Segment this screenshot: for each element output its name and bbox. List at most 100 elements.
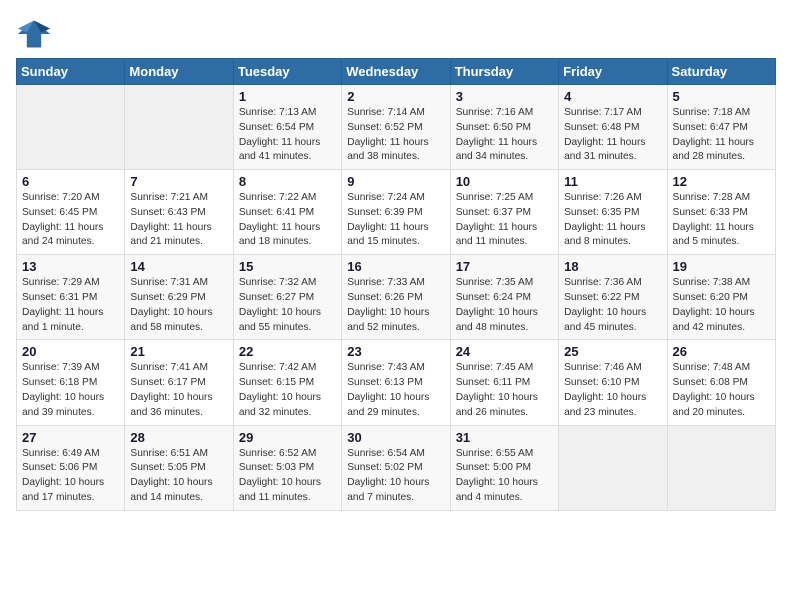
cell-info: Sunrise: 6:55 AM Sunset: 5:00 PM Dayligh… <box>456 447 553 506</box>
calendar-cell: 20 Sunrise: 7:39 AM Sunset: 6:18 PM Dayli… <box>17 340 125 425</box>
day-number: 7 <box>130 174 227 189</box>
cell-info: Sunrise: 7:25 AM Sunset: 6:37 PM Dayligh… <box>456 191 553 250</box>
day-header-thursday: Thursday <box>450 59 558 85</box>
cell-info: Sunrise: 7:13 AM Sunset: 6:54 PM Dayligh… <box>239 106 336 165</box>
cell-info: Sunrise: 7:48 AM Sunset: 6:08 PM Dayligh… <box>673 361 770 420</box>
day-number: 3 <box>456 89 553 104</box>
calendar-cell: 2Sunrise: 7:14 AM Sunset: 6:52 PM Daylig… <box>342 85 450 170</box>
day-header-friday: Friday <box>559 59 667 85</box>
day-header-tuesday: Tuesday <box>233 59 341 85</box>
calendar-cell: 17 Sunrise: 7:35 AM Sunset: 6:24 PM Dayli… <box>450 255 558 340</box>
day-number: 18 <box>564 259 661 274</box>
calendar-cell: 28Sunrise: 6:51 AM Sunset: 5:05 PM Dayli… <box>125 425 233 510</box>
cell-info: Sunrise: 7:18 AM Sunset: 6:47 PM Dayligh… <box>673 106 770 165</box>
cell-info: Sunrise: 6:51 AM Sunset: 5:05 PM Dayligh… <box>130 447 227 506</box>
day-number: 17 <box>456 259 553 274</box>
cell-info: Sunrise: 7:42 AM Sunset: 6:15 PM Dayligh… <box>239 361 336 420</box>
calendar-week-row: 20 Sunrise: 7:39 AM Sunset: 6:18 PM Dayli… <box>17 340 776 425</box>
cell-info: Sunrise: 6:52 AM Sunset: 5:03 PM Dayligh… <box>239 447 336 506</box>
cell-info: Sunrise: 7:35 AM Sunset: 6:24 PM Dayligh… <box>456 276 553 335</box>
day-header-monday: Monday <box>125 59 233 85</box>
cell-info: Sunrise: 7:14 AM Sunset: 6:52 PM Dayligh… <box>347 106 444 165</box>
cell-info: Sunrise: 6:49 AM Sunset: 5:06 PM Dayligh… <box>22 447 119 506</box>
calendar-header-row: SundayMondayTuesdayWednesdayThursdayFrid… <box>17 59 776 85</box>
calendar-cell: 25 Sunrise: 7:46 AM Sunset: 6:10 PM Dayli… <box>559 340 667 425</box>
day-number: 5 <box>673 89 770 104</box>
calendar-week-row: 27 Sunrise: 6:49 AM Sunset: 5:06 PM Dayli… <box>17 425 776 510</box>
calendar-week-row: 6Sunrise: 7:20 AM Sunset: 6:45 PM Daylig… <box>17 170 776 255</box>
day-number: 9 <box>347 174 444 189</box>
day-header-sunday: Sunday <box>17 59 125 85</box>
day-number: 10 <box>456 174 553 189</box>
cell-info: Sunrise: 6:54 AM Sunset: 5:02 PM Dayligh… <box>347 447 444 506</box>
calendar-cell: 15Sunrise: 7:32 AM Sunset: 6:27 PM Dayli… <box>233 255 341 340</box>
calendar-cell: 31 Sunrise: 6:55 AM Sunset: 5:00 PM Dayli… <box>450 425 558 510</box>
calendar-table: SundayMondayTuesdayWednesdayThursdayFrid… <box>16 58 776 511</box>
day-number: 22 <box>239 344 336 359</box>
calendar-week-row: 13 Sunrise: 7:29 AM Sunset: 6:31 PM Dayli… <box>17 255 776 340</box>
logo-icon <box>16 16 52 52</box>
day-number: 30 <box>347 430 444 445</box>
day-number: 24 <box>456 344 553 359</box>
day-number: 31 <box>456 430 553 445</box>
calendar-cell: 13 Sunrise: 7:29 AM Sunset: 6:31 PM Dayli… <box>17 255 125 340</box>
calendar-cell: 18 Sunrise: 7:36 AM Sunset: 6:22 PM Dayli… <box>559 255 667 340</box>
calendar-cell: 23 Sunrise: 7:43 AM Sunset: 6:13 PM Dayli… <box>342 340 450 425</box>
calendar-cell: 30 Sunrise: 6:54 AM Sunset: 5:02 PM Dayli… <box>342 425 450 510</box>
cell-info: Sunrise: 7:43 AM Sunset: 6:13 PM Dayligh… <box>347 361 444 420</box>
day-header-wednesday: Wednesday <box>342 59 450 85</box>
calendar-cell: 22 Sunrise: 7:42 AM Sunset: 6:15 PM Dayli… <box>233 340 341 425</box>
cell-info: Sunrise: 7:28 AM Sunset: 6:33 PM Dayligh… <box>673 191 770 250</box>
cell-info: Sunrise: 7:31 AM Sunset: 6:29 PM Dayligh… <box>130 276 227 335</box>
day-number: 11 <box>564 174 661 189</box>
day-number: 25 <box>564 344 661 359</box>
day-number: 29 <box>239 430 336 445</box>
day-number: 23 <box>347 344 444 359</box>
cell-info: Sunrise: 7:29 AM Sunset: 6:31 PM Dayligh… <box>22 276 119 335</box>
day-number: 12 <box>673 174 770 189</box>
calendar-cell: 19 Sunrise: 7:38 AM Sunset: 6:20 PM Dayli… <box>667 255 775 340</box>
calendar-cell: 11 Sunrise: 7:26 AM Sunset: 6:35 PM Dayli… <box>559 170 667 255</box>
calendar-cell: 6Sunrise: 7:20 AM Sunset: 6:45 PM Daylig… <box>17 170 125 255</box>
calendar-cell: 26 Sunrise: 7:48 AM Sunset: 6:08 PM Dayli… <box>667 340 775 425</box>
calendar-cell: 4 Sunrise: 7:17 AM Sunset: 6:48 PM Daylig… <box>559 85 667 170</box>
calendar-cell: 9Sunrise: 7:24 AM Sunset: 6:39 PM Daylig… <box>342 170 450 255</box>
day-number: 6 <box>22 174 119 189</box>
cell-info: Sunrise: 7:26 AM Sunset: 6:35 PM Dayligh… <box>564 191 661 250</box>
calendar-cell: 10 Sunrise: 7:25 AM Sunset: 6:37 PM Dayli… <box>450 170 558 255</box>
calendar-cell <box>125 85 233 170</box>
cell-info: Sunrise: 7:46 AM Sunset: 6:10 PM Dayligh… <box>564 361 661 420</box>
day-number: 14 <box>130 259 227 274</box>
calendar-cell: 29 Sunrise: 6:52 AM Sunset: 5:03 PM Dayli… <box>233 425 341 510</box>
cell-info: Sunrise: 7:45 AM Sunset: 6:11 PM Dayligh… <box>456 361 553 420</box>
calendar-cell: 1Sunrise: 7:13 AM Sunset: 6:54 PM Daylig… <box>233 85 341 170</box>
day-number: 27 <box>22 430 119 445</box>
calendar-cell <box>17 85 125 170</box>
day-number: 4 <box>564 89 661 104</box>
cell-info: Sunrise: 7:36 AM Sunset: 6:22 PM Dayligh… <box>564 276 661 335</box>
cell-info: Sunrise: 7:21 AM Sunset: 6:43 PM Dayligh… <box>130 191 227 250</box>
cell-info: Sunrise: 7:41 AM Sunset: 6:17 PM Dayligh… <box>130 361 227 420</box>
calendar-cell: 24 Sunrise: 7:45 AM Sunset: 6:11 PM Dayli… <box>450 340 558 425</box>
calendar-cell: 14 Sunrise: 7:31 AM Sunset: 6:29 PM Dayli… <box>125 255 233 340</box>
cell-info: Sunrise: 7:17 AM Sunset: 6:48 PM Dayligh… <box>564 106 661 165</box>
day-number: 15 <box>239 259 336 274</box>
day-number: 19 <box>673 259 770 274</box>
day-number: 21 <box>130 344 227 359</box>
day-number: 26 <box>673 344 770 359</box>
calendar-cell: 27 Sunrise: 6:49 AM Sunset: 5:06 PM Dayli… <box>17 425 125 510</box>
calendar-cell <box>667 425 775 510</box>
calendar-cell <box>559 425 667 510</box>
cell-info: Sunrise: 7:39 AM Sunset: 6:18 PM Dayligh… <box>22 361 119 420</box>
page-header <box>16 16 776 52</box>
cell-info: Sunrise: 7:16 AM Sunset: 6:50 PM Dayligh… <box>456 106 553 165</box>
day-number: 13 <box>22 259 119 274</box>
cell-info: Sunrise: 7:22 AM Sunset: 6:41 PM Dayligh… <box>239 191 336 250</box>
cell-info: Sunrise: 7:38 AM Sunset: 6:20 PM Dayligh… <box>673 276 770 335</box>
day-header-saturday: Saturday <box>667 59 775 85</box>
logo <box>16 16 56 52</box>
cell-info: Sunrise: 7:33 AM Sunset: 6:26 PM Dayligh… <box>347 276 444 335</box>
day-number: 8 <box>239 174 336 189</box>
day-number: 20 <box>22 344 119 359</box>
calendar-cell: 12 Sunrise: 7:28 AM Sunset: 6:33 PM Dayli… <box>667 170 775 255</box>
